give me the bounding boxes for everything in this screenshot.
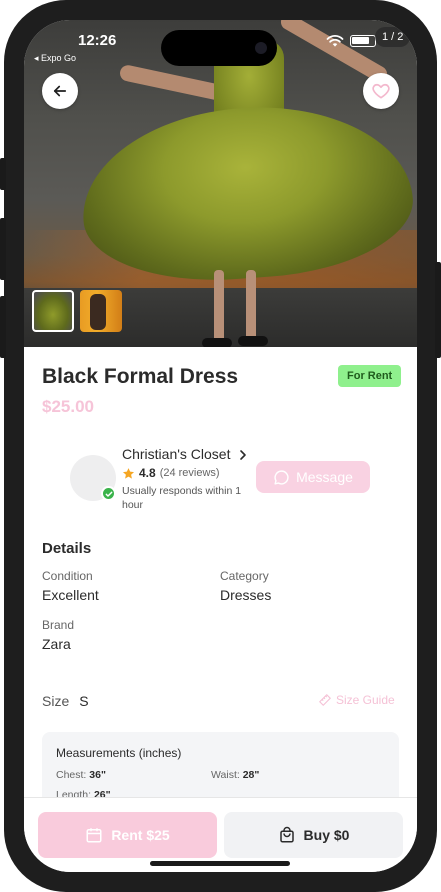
power-button [435, 262, 441, 358]
shopping-bag-icon [279, 826, 294, 843]
star-icon [122, 467, 135, 479]
chevron-right-icon[interactable] [238, 449, 248, 461]
chest-label: Chest: [56, 769, 87, 781]
message-button[interactable]: Message [256, 461, 370, 493]
condition-label: Condition [42, 569, 93, 583]
rating-value: 4.8 [139, 466, 156, 480]
product-image-gallery[interactable] [24, 20, 417, 347]
photo-model-shoe [238, 336, 268, 346]
back-button[interactable] [42, 73, 78, 109]
status-time: 12:26 [78, 32, 117, 49]
wifi-icon [326, 35, 344, 47]
heart-icon [372, 83, 390, 99]
waist-label: Waist: [211, 769, 240, 781]
size-row: Size S [42, 693, 89, 709]
battery-icon [350, 35, 376, 47]
rent-button[interactable]: Rent $25 [38, 812, 217, 858]
dynamic-island [161, 30, 277, 66]
ruler-icon [319, 694, 331, 706]
status-icons [326, 34, 376, 48]
check-icon [105, 491, 112, 497]
size-guide-label: Size Guide [336, 693, 395, 707]
chest-measurement: Chest: 36" [56, 769, 106, 781]
image-thumbnails [32, 290, 122, 332]
volume-down-button [0, 296, 6, 358]
photo-model-leg [214, 270, 224, 345]
calendar-icon [86, 828, 102, 843]
size-value: S [79, 693, 89, 709]
size-guide-link[interactable]: Size Guide [318, 693, 395, 707]
chest-value: 36" [89, 769, 106, 781]
buy-button[interactable]: Buy $0 [224, 812, 403, 858]
seller-name-link[interactable]: Christian's Closet [122, 446, 231, 462]
app-screen: 12:26 ◂ Expo Go 1 / 2 Black Formal Dress… [24, 20, 417, 872]
verified-badge [101, 486, 116, 501]
volume-up-button [0, 218, 6, 280]
waist-measurement: Waist: 28" [211, 769, 259, 781]
waist-value: 28" [242, 769, 260, 781]
product-title: Black Formal Dress [42, 365, 239, 388]
thumbnail-2[interactable] [80, 290, 122, 332]
details-heading: Details [42, 540, 92, 557]
brand-value: Zara [42, 636, 71, 652]
photo-model-shoe [202, 338, 232, 347]
listing-type-badge: For Rent [338, 365, 402, 387]
product-price: $25.00 [42, 397, 94, 416]
rent-button-label: Rent $25 [111, 827, 170, 843]
photo-model-left-arm [118, 63, 230, 103]
gallery-counter: 1 / 2 [375, 27, 411, 47]
category-value: Dresses [220, 587, 272, 603]
back-to-app-link[interactable]: ◂ Expo Go [34, 53, 76, 64]
back-arrow-icon [53, 85, 67, 97]
camera-icon [255, 42, 267, 54]
seller-rating: 4.8 (24 reviews) [122, 466, 220, 480]
size-label: Size [42, 693, 70, 709]
thumbnail-figure [90, 294, 106, 330]
brand-label: Brand [42, 618, 75, 632]
measurements-heading: Measurements (inches) [56, 746, 182, 760]
home-indicator[interactable] [150, 861, 290, 866]
mute-switch [0, 158, 6, 190]
message-bubble-icon [274, 469, 289, 485]
thumbnail-1[interactable] [32, 290, 74, 332]
favorite-button[interactable] [363, 73, 399, 109]
response-time: Usually responds within 1 hour [122, 485, 242, 511]
condition-value: Excellent [42, 587, 99, 603]
photo-model-leg [246, 270, 256, 345]
buy-button-label: Buy $0 [303, 827, 350, 843]
message-button-label: Message [296, 469, 353, 485]
review-count: (24 reviews) [159, 467, 220, 479]
category-label: Category [220, 569, 269, 583]
product-details: Black Formal Dress For Rent $25.00 Chris… [24, 347, 417, 816]
